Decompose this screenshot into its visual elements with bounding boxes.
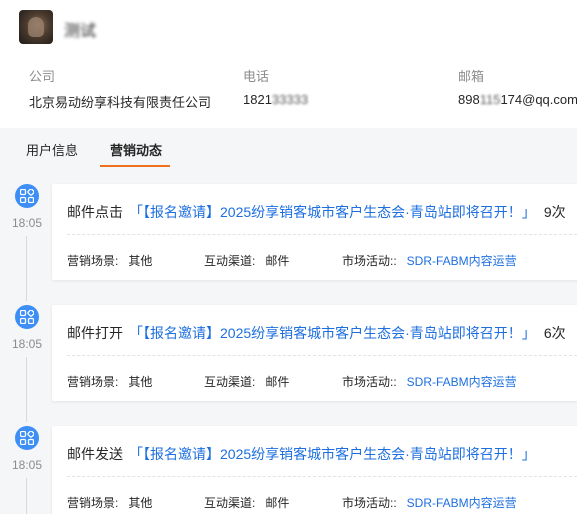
company-label: 公司	[29, 69, 56, 84]
grid-apps-icon	[15, 426, 39, 450]
interaction-channel: 互动渠道: 邮件	[204, 494, 289, 511]
marketing-scene-label: 营销场景:	[67, 254, 119, 268]
grid-apps-icon	[15, 305, 39, 329]
interaction-channel-value: 邮件	[265, 254, 290, 268]
market-activity-link[interactable]: SDR-FABM内容运营	[407, 254, 517, 268]
market-activity: 市场活动:: SDR-FABM内容运营	[342, 373, 517, 390]
phone-value: 182133333	[243, 92, 308, 107]
marketing-scene-value: 其他	[128, 254, 153, 268]
tab-user-info[interactable]: 用户信息	[26, 140, 78, 159]
event-count: 6次	[543, 325, 566, 341]
timeline-time: 18:05	[12, 337, 43, 351]
interaction-channel-value: 邮件	[265, 496, 290, 510]
grid-apps-icon	[15, 184, 39, 208]
tab-marketing-activity[interactable]: 营销动态	[110, 140, 162, 159]
timeline-time: 18:05	[12, 458, 43, 472]
market-activity: 市场活动:: SDR-FABM内容运营	[342, 494, 517, 511]
email-prefix: 898	[458, 92, 480, 107]
marketing-scene: 营销场景: 其他	[67, 373, 152, 390]
card-title: 邮件打开 「【报名邀请】2025纷享销客城市客户生态会·青岛站即将召开！」 6次	[67, 323, 566, 343]
interaction-channel-value: 邮件	[265, 375, 290, 389]
email-subject-link[interactable]: 「【报名邀请】2025纷享销客城市客户生态会·青岛站即将召开！」	[129, 204, 536, 220]
interaction-channel-label: 互动渠道:	[204, 496, 256, 510]
avatar[interactable]	[19, 10, 53, 44]
activity-card: 邮件点击 「【报名邀请】2025纷享销客城市客户生态会·青岛站即将召开！」 9次 营…	[52, 184, 577, 280]
timeline-connector	[26, 357, 27, 422]
card-title: 邮件点击 「【报名邀请】2025纷享销客城市客户生态会·青岛站即将召开！」 9次	[67, 202, 566, 222]
email-subject-link[interactable]: 「【报名邀请】2025纷享销客城市客户生态会·青岛站即将召开！」	[129, 325, 536, 341]
market-activity-label: 市场活动::	[342, 496, 397, 510]
event-count: 9次	[543, 204, 566, 220]
divider	[67, 476, 577, 477]
timeline-connector	[26, 236, 27, 301]
phone-label: 电话	[243, 69, 270, 84]
event-type: 邮件发送	[67, 446, 123, 462]
market-activity-link[interactable]: SDR-FABM内容运营	[407, 375, 517, 389]
email-masked-part: 115	[479, 92, 501, 107]
profile-header: 测试 公司 北京易动纷享科技有限责任公司 电话 182133333 邮箱 898…	[0, 0, 577, 128]
card-title: 邮件发送 「【报名邀请】2025纷享销客城市客户生态会·青岛站即将召开！」	[67, 444, 544, 464]
timeline-connector	[26, 478, 27, 514]
marketing-scene-value: 其他	[128, 375, 153, 389]
email-label: 邮箱	[458, 69, 485, 84]
interaction-channel: 互动渠道: 邮件	[204, 373, 289, 390]
market-activity-link[interactable]: SDR-FABM内容运营	[407, 496, 517, 510]
marketing-scene: 营销场景: 其他	[67, 252, 152, 269]
event-type: 邮件点击	[67, 204, 123, 220]
marketing-scene-label: 营销场景:	[67, 496, 119, 510]
marketing-scene-value: 其他	[128, 496, 153, 510]
timeline-time: 18:05	[12, 216, 43, 230]
interaction-channel-label: 互动渠道:	[204, 254, 256, 268]
phone-visible-part: 1821	[243, 92, 272, 107]
active-tab-indicator	[100, 165, 170, 167]
market-activity-label: 市场活动::	[342, 375, 397, 389]
event-type: 邮件打开	[67, 325, 123, 341]
email-suffix: 174@qq.com	[500, 92, 577, 107]
user-name: 测试	[64, 23, 97, 40]
marketing-scene-label: 营销场景:	[67, 375, 119, 389]
market-activity-label: 市场活动::	[342, 254, 397, 268]
activity-card: 邮件打开 「【报名邀请】2025纷享销客城市客户生态会·青岛站即将召开！」 6次 营…	[52, 305, 577, 401]
marketing-scene: 营销场景: 其他	[67, 494, 152, 511]
email-value: 898115174@qq.com	[458, 92, 577, 107]
interaction-channel-label: 互动渠道:	[204, 375, 256, 389]
tabs-bar: 用户信息 营销动态	[0, 128, 577, 168]
market-activity: 市场活动:: SDR-FABM内容运营	[342, 252, 517, 269]
activity-card: 邮件发送 「【报名邀请】2025纷享销客城市客户生态会·青岛站即将召开！」 营销场…	[52, 426, 577, 514]
company-value: 北京易动纷享科技有限责任公司	[29, 95, 212, 110]
phone-masked-part: 33333	[271, 92, 309, 107]
email-subject-link[interactable]: 「【报名邀请】2025纷享销客城市客户生态会·青岛站即将召开！」	[129, 446, 536, 462]
divider	[67, 234, 577, 235]
interaction-channel: 互动渠道: 邮件	[204, 252, 289, 269]
divider	[67, 355, 577, 356]
